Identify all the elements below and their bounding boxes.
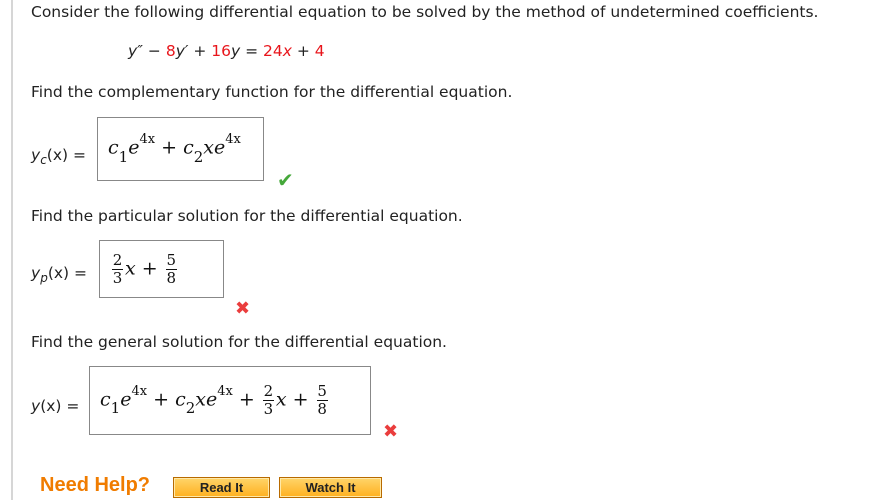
prompt-general: Find the general solution for the differ… [31,333,447,351]
label-y: y(x) = [31,397,80,415]
check-icon: ✔ [277,168,294,192]
answer-particular-expression: 23x + 58 [112,250,177,287]
cross-icon: ✖ [235,298,251,319]
answer-particular[interactable]: 23x + 58 [99,240,224,298]
answer-general[interactable]: c1e4x + c2xe4x + 23x + 58 [89,366,371,435]
left-border [11,0,13,500]
differential-equation: y″ − 8y′ + 16y = 24x + 4 [128,42,325,60]
label-yp: yp(x) = [31,264,87,286]
answer-general-expression: c1e4x + c2xe4x + 23x + 58 [100,382,328,418]
answer-complementary-expression: c1e4x + c2xe4x [108,132,241,166]
watch-it-button[interactable]: Watch It [279,477,382,498]
need-help-label: Need Help? [40,474,151,496]
prompt-complementary: Find the complementary function for the … [31,83,513,101]
prompt-particular: Find the particular solution for the dif… [31,207,463,225]
read-it-button[interactable]: Read It [173,477,270,498]
question-intro: Consider the following differential equa… [31,3,819,21]
label-yc: yc(x) = [31,146,86,168]
cross-icon: ✖ [383,421,399,442]
answer-complementary[interactable]: c1e4x + c2xe4x [97,117,264,181]
